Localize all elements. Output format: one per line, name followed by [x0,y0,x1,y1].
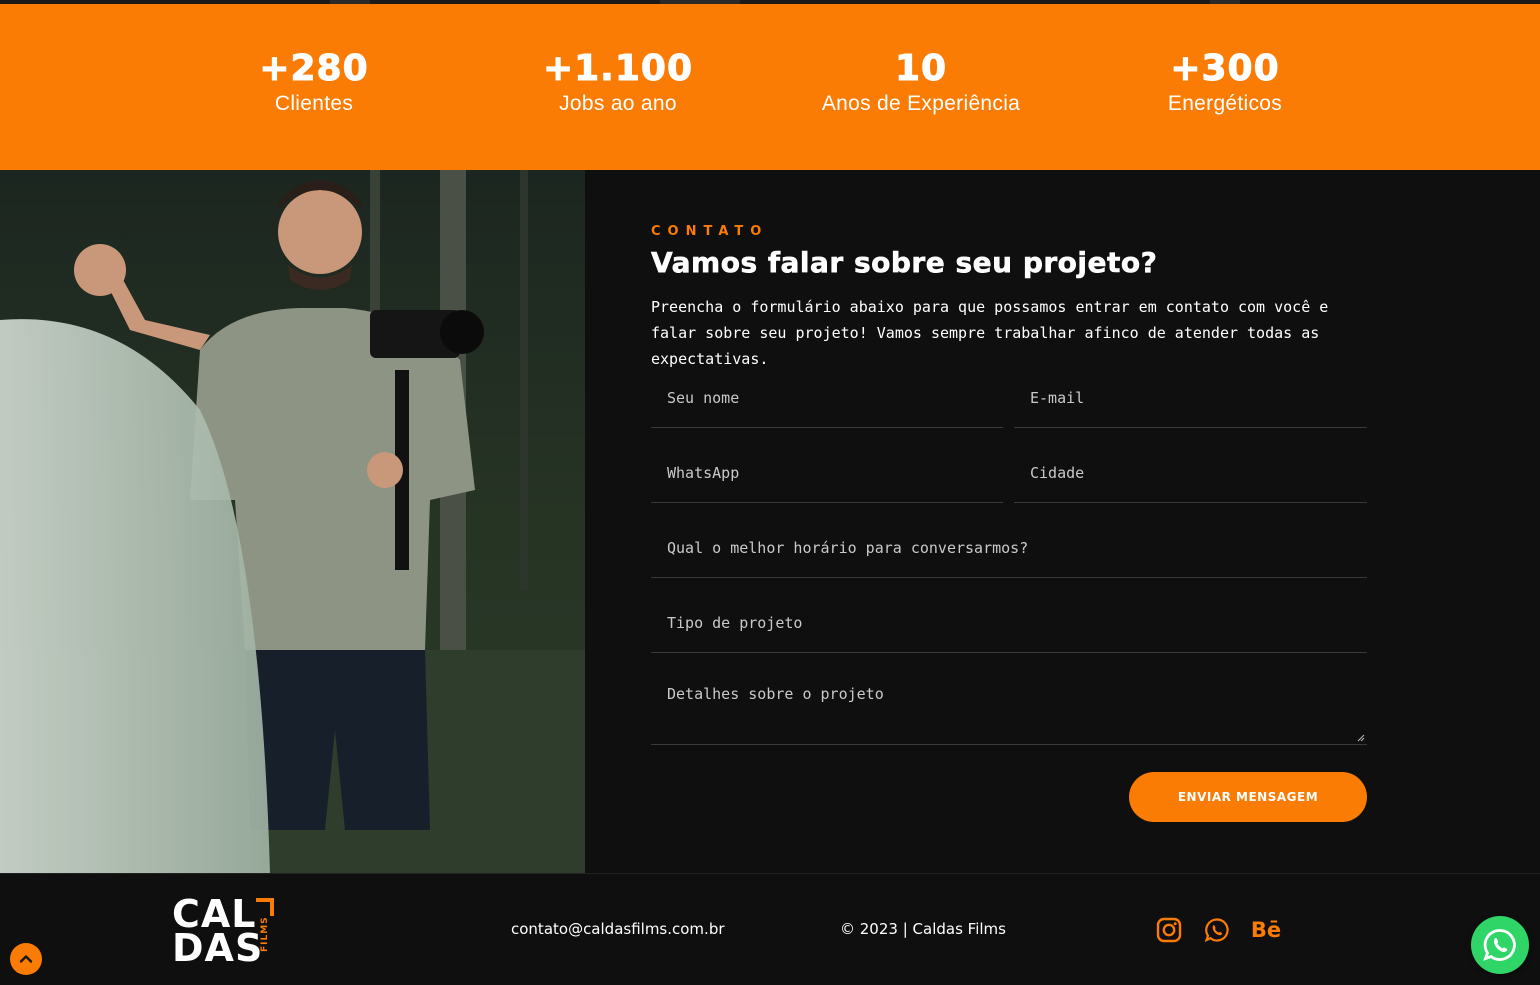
resize-grip-icon[interactable] [1357,734,1365,742]
details-textarea[interactable] [651,673,1367,744]
whatsapp-float-button[interactable] [1471,916,1529,974]
stat-energy: +300 Energéticos [1095,48,1355,116]
footer-copyright: © 2023 | Caldas Films [840,920,1006,938]
project-type-field [651,593,1367,653]
stat-label: Jobs ao ano [559,92,677,115]
caldas-films-logo[interactable]: CAL DAS FILMS [172,895,282,970]
scroll-to-top-button[interactable] [10,943,42,975]
name-field [651,368,1003,428]
stat-value: +300 [1170,48,1280,90]
city-field [1014,443,1367,503]
details-field [651,673,1367,745]
whatsapp-field [651,443,1003,503]
stat-value: +280 [259,48,369,90]
whatsapp-input[interactable] [651,443,1003,502]
logo-sub: FILMS [260,916,270,952]
chevron-up-icon [19,955,33,963]
stat-label: Clientes [274,92,354,115]
footer-email-link[interactable]: contato@caldasfilms.com.br [511,920,725,938]
whatsapp-icon [1204,918,1229,943]
stats-band: +280 Clientes +1.100 Jobs ao ano 10 Anos… [0,4,1540,170]
email-input[interactable] [1014,368,1367,427]
stat-label: Anos de Experiência [821,92,1021,115]
best-time-input[interactable] [651,518,1367,577]
send-message-button[interactable]: ENVIAR MENSAGEM [1129,772,1367,822]
section-eyebrow: CONTATO [651,224,769,239]
stat-experience: 10 Anos de Experiência [791,48,1051,116]
instagram-link[interactable] [1155,916,1183,944]
footer: CAL DAS FILMS contato@caldasfilms.com.br… [0,873,1540,985]
stat-value: 10 [894,48,948,90]
contact-intro: Preencha o formulário abaixo para que po… [651,298,1329,368]
contact-heading: Vamos falar sobre seu projeto? [651,246,1158,280]
logo-mark [256,898,274,916]
city-input[interactable] [1014,443,1367,502]
behance-link[interactable]: Bē [1250,916,1282,944]
email-field [1014,368,1367,428]
logo-line-2: DAS [172,926,264,970]
whatsapp-float-icon [1483,929,1516,961]
instagram-icon [1156,917,1182,943]
stat-label: Energéticos [1167,92,1283,115]
stat-jobs: +1.100 Jobs ao ano [488,48,748,116]
best-time-field [651,518,1367,578]
name-input[interactable] [651,368,1003,427]
contact-section: CONTATO Vamos falar sobre seu projeto? P… [585,170,1540,873]
project-type-input[interactable] [651,593,1367,652]
stat-value: +1.100 [542,48,694,90]
stat-clients: +280 Clientes [184,48,444,116]
filmmaker-illustration [0,170,585,873]
whatsapp-link[interactable] [1203,916,1231,944]
behance-icon: Bē [1250,918,1282,942]
filmmaker-photo [0,170,585,873]
